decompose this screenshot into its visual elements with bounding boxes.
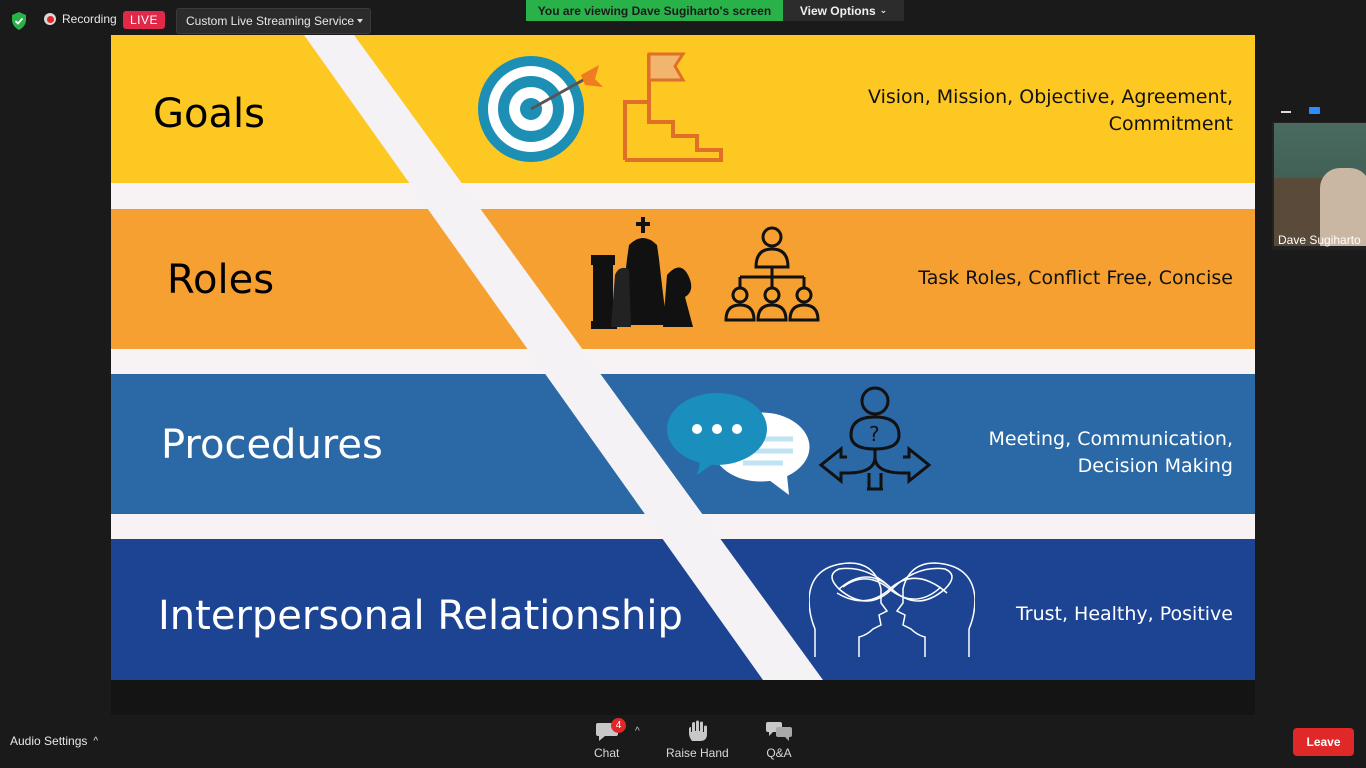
audio-settings-label: Audio Settings	[10, 734, 88, 748]
chevron-up-icon: ^	[93, 735, 99, 747]
flag-stairs-icon	[623, 52, 723, 162]
chat-label: Chat	[594, 746, 620, 760]
audio-settings-button[interactable]: Audio Settings ^	[10, 734, 98, 748]
caret-down-icon	[357, 19, 363, 23]
raise-hand-icon	[689, 720, 708, 741]
view-options-label: View Options	[799, 3, 876, 18]
leave-button[interactable]: Leave	[1293, 728, 1354, 756]
svg-text:?: ?	[869, 422, 880, 446]
participant-video	[1274, 123, 1366, 246]
screen-share-banner: You are viewing Dave Sugiharto's screen	[526, 0, 783, 21]
zoom-webinar-window: Recording LIVE Custom Live Streaming Ser…	[0, 0, 1366, 768]
slide-footer-bar	[111, 680, 1255, 715]
raise-hand-label: Raise Hand	[666, 746, 729, 760]
view-options-button[interactable]: View Options ⌄	[783, 0, 904, 21]
chat-options-caret-icon[interactable]: ^	[635, 726, 640, 737]
chat-bubbles-icon	[667, 393, 813, 495]
qa-icon	[766, 722, 792, 741]
recording-icon	[44, 13, 56, 25]
recording-indicator[interactable]: Recording	[44, 12, 117, 26]
stream-service-label: Custom Live Streaming Service	[186, 14, 355, 28]
chevron-down-icon: ⌄	[879, 5, 888, 15]
recording-label: Recording	[62, 12, 117, 26]
security-shield-icon[interactable]	[10, 11, 28, 36]
minimize-icon[interactable]	[1281, 111, 1291, 113]
target-icon	[478, 56, 603, 162]
participant-video-tile[interactable]: Dave Sugiharto	[1272, 96, 1366, 250]
org-chart-icon	[724, 226, 820, 322]
decision-arrows-icon: ?	[818, 386, 932, 491]
stream-service-dropdown[interactable]: Custom Live Streaming Service	[176, 8, 371, 34]
raise-hand-button[interactable]: Raise Hand	[666, 720, 729, 760]
qa-label: Q&A	[766, 746, 792, 760]
live-badge[interactable]: LIVE	[123, 11, 166, 29]
qa-button[interactable]: Q&A	[766, 720, 792, 760]
infinity-heads-icon	[809, 562, 975, 657]
participant-name: Dave Sugiharto	[1278, 233, 1361, 247]
chess-pieces-icon	[591, 217, 693, 329]
shared-screen-slide: Goals Vision, Mission, Objective, Agreem…	[111, 35, 1255, 715]
video-layout-icon[interactable]	[1309, 107, 1320, 114]
chat-unread-badge: 4	[611, 718, 626, 733]
